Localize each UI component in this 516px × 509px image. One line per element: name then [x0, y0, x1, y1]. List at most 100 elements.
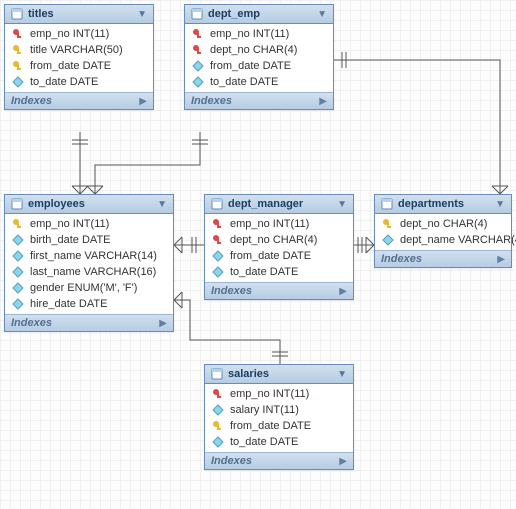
table-header[interactable]: dept_emp▼	[185, 5, 333, 24]
table-dept_manager[interactable]: dept_manager ▼ emp_no INT(11) dept_no CHAR(…	[204, 194, 354, 300]
indexes-section[interactable]: Indexes▶	[5, 92, 153, 109]
collapse-icon[interactable]: ▼	[337, 199, 347, 210]
column-label: to_date DATE	[210, 76, 278, 88]
column-label: hire_date DATE	[30, 298, 107, 310]
column-row[interactable]: dept_name VARCHAR(40)	[375, 232, 511, 248]
column-label: from_date DATE	[230, 250, 311, 262]
table-title: dept_manager	[228, 198, 332, 210]
indexes-section[interactable]: Indexes▶	[205, 282, 353, 299]
column-label: from_date DATE	[230, 420, 311, 432]
column-row[interactable]: from_date DATE	[185, 58, 333, 74]
column-label: gender ENUM('M', 'F')	[30, 282, 137, 294]
column-row[interactable]: title VARCHAR(50)	[5, 42, 153, 58]
expand-icon[interactable]: ▶	[497, 254, 505, 265]
expand-icon[interactable]: ▶	[339, 456, 347, 467]
attribute-icon	[212, 436, 224, 448]
collapse-icon[interactable]: ▼	[337, 369, 347, 380]
column-row[interactable]: last_name VARCHAR(16)	[5, 264, 173, 280]
expand-icon[interactable]: ▶	[139, 96, 147, 107]
table-title: titles	[28, 8, 132, 20]
indexes-section[interactable]: Indexes ▶	[185, 92, 333, 109]
indexes-section[interactable]: Indexes ▶	[205, 452, 353, 469]
column-label: title VARCHAR(50)	[30, 44, 123, 56]
column-label: salary INT(11)	[230, 404, 299, 416]
primary-key-icon	[192, 28, 204, 40]
indexes-label: Indexes	[11, 317, 52, 329]
primary-key-icon	[12, 28, 24, 40]
attribute-icon	[212, 250, 224, 262]
table-icon	[211, 368, 223, 380]
column-label: to_date DATE	[230, 266, 298, 278]
expand-icon[interactable]: ▶	[159, 318, 167, 329]
column-row[interactable]: birth_date DATE	[5, 232, 173, 248]
attribute-icon	[12, 282, 24, 294]
indexes-label: Indexes	[211, 455, 252, 467]
column-row[interactable]: dept_no CHAR(4)	[185, 42, 333, 58]
column-row[interactable]: emp_no INT(11)	[5, 26, 153, 42]
attribute-icon	[12, 76, 24, 88]
attribute-icon	[382, 234, 394, 246]
column-row[interactable]: emp_no INT(11)	[185, 26, 333, 42]
column-label: birth_date DATE	[30, 234, 111, 246]
column-row[interactable]: emp_no INT(11)	[5, 216, 173, 232]
column-label: dept_name VARCHAR(40)	[400, 234, 516, 246]
table-departments[interactable]: departments▼ dept_no CHAR(4)dept_name VAR…	[374, 194, 512, 268]
primary-key-icon	[212, 234, 224, 246]
column-row[interactable]: to_date DATE	[205, 434, 353, 450]
attribute-icon	[192, 60, 204, 72]
column-row[interactable]: from_date DATE	[5, 58, 153, 74]
table-title: salaries	[228, 368, 332, 380]
expand-icon[interactable]: ▶	[319, 96, 327, 107]
table-header[interactable]: dept_manager ▼	[205, 195, 353, 214]
column-row[interactable]: to_date DATE	[205, 264, 353, 280]
collapse-icon[interactable]: ▼	[137, 9, 147, 20]
column-label: emp_no INT(11)	[230, 388, 309, 400]
table-header[interactable]: salaries ▼	[205, 365, 353, 384]
table-icon	[11, 198, 23, 210]
column-label: first_name VARCHAR(14)	[30, 250, 157, 262]
attribute-icon	[12, 250, 24, 262]
columns-list: emp_no INT(11) title VARCHAR(50) from_date…	[5, 24, 153, 92]
attribute-icon	[12, 234, 24, 246]
column-row[interactable]: from_date DATE	[205, 418, 353, 434]
column-label: dept_no CHAR(4)	[230, 234, 317, 246]
table-dept_emp[interactable]: dept_emp▼emp_no INT(11)dept_no CHAR(4)fr…	[184, 4, 334, 110]
column-row[interactable]: to_date DATE	[5, 74, 153, 90]
primary-key-icon	[192, 44, 204, 56]
key-icon	[12, 60, 24, 72]
column-label: to_date DATE	[230, 436, 298, 448]
columns-list: emp_no INT(11) birth_date DATE first_name …	[5, 214, 173, 314]
column-row[interactable]: first_name VARCHAR(14)	[5, 248, 173, 264]
collapse-icon[interactable]: ▼	[317, 9, 327, 20]
collapse-icon[interactable]: ▼	[495, 199, 505, 210]
column-row[interactable]: emp_no INT(11)	[205, 386, 353, 402]
table-header[interactable]: departments▼	[375, 195, 511, 214]
column-row[interactable]: from_date DATE	[205, 248, 353, 264]
column-label: emp_no INT(11)	[30, 28, 109, 40]
table-header[interactable]: titles ▼	[5, 5, 153, 24]
expand-icon[interactable]: ▶	[339, 286, 347, 297]
table-employees[interactable]: employees▼ emp_no INT(11) birth_date DATE f…	[4, 194, 174, 332]
column-row[interactable]: dept_no CHAR(4)	[375, 216, 511, 232]
indexes-section[interactable]: Indexes ▶	[375, 250, 511, 267]
columns-list: emp_no INT(11)dept_no CHAR(4)from_date D…	[185, 24, 333, 92]
column-row[interactable]: dept_no CHAR(4)	[205, 232, 353, 248]
attribute-icon	[212, 266, 224, 278]
table-titles[interactable]: titles ▼ emp_no INT(11) title VARCHAR(50) fr…	[4, 4, 154, 110]
column-row[interactable]: gender ENUM('M', 'F')	[5, 280, 173, 296]
column-label: to_date DATE	[30, 76, 98, 88]
column-row[interactable]: salary INT(11)	[205, 402, 353, 418]
column-row[interactable]: hire_date DATE	[5, 296, 173, 312]
table-header[interactable]: employees▼	[5, 195, 173, 214]
column-row[interactable]: to_date DATE	[185, 74, 333, 90]
table-salaries[interactable]: salaries ▼ emp_no INT(11) salary INT(11) fro…	[204, 364, 354, 470]
columns-list: emp_no INT(11) salary INT(11) from_date DA…	[205, 384, 353, 452]
indexes-section[interactable]: Indexes ▶	[5, 314, 173, 331]
attribute-icon	[12, 266, 24, 278]
indexes-label: Indexes	[381, 253, 422, 265]
column-label: emp_no INT(11)	[30, 218, 109, 230]
column-row[interactable]: emp_no INT(11)	[205, 216, 353, 232]
collapse-icon[interactable]: ▼	[157, 199, 167, 210]
attribute-icon	[212, 404, 224, 416]
indexes-label: Indexes	[191, 95, 232, 107]
